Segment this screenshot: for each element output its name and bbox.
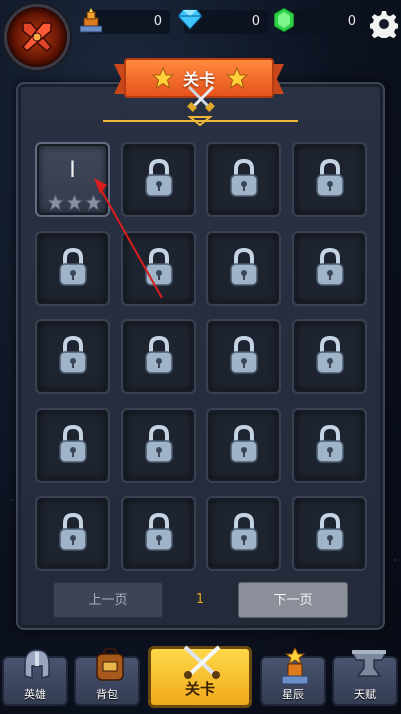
level-cell-19[interactable] xyxy=(206,496,281,571)
level-stars xyxy=(47,194,102,211)
page-number: 1 xyxy=(195,592,205,607)
padlock-icon xyxy=(228,335,260,379)
level-cell-9[interactable] xyxy=(35,319,110,394)
diamond-resource-value: 0 xyxy=(251,14,260,29)
diamond-icon xyxy=(177,8,203,34)
nav-stars-label: 星辰 xyxy=(282,688,304,701)
level-cell-12[interactable] xyxy=(292,319,367,394)
nav-level[interactable]: 关卡 xyxy=(148,645,252,708)
emerald-icon xyxy=(273,7,295,36)
nav-talent-label: 天赋 xyxy=(354,688,376,701)
emerald-resource: 0 xyxy=(273,7,364,34)
nav-hero-label: 英雄 xyxy=(24,688,46,701)
padlock-icon xyxy=(57,424,89,468)
level-cell-8[interactable] xyxy=(292,231,367,306)
level-cell-3[interactable] xyxy=(206,142,281,217)
padlock-icon xyxy=(228,424,260,468)
anvil-icon xyxy=(352,650,386,677)
level-cell-6[interactable] xyxy=(121,231,196,306)
nav-bag[interactable]: 背包 xyxy=(74,648,140,706)
empty-star-icon xyxy=(66,194,83,211)
nav-hero[interactable]: 英雄 xyxy=(2,649,68,706)
next-page-button[interactable]: 下一页 xyxy=(238,582,348,618)
level-cell-10[interactable] xyxy=(121,319,196,394)
level-number: I xyxy=(69,158,76,183)
padlock-icon xyxy=(228,158,260,202)
padlock-icon xyxy=(314,158,346,202)
nav-stars[interactable]: 星辰 xyxy=(260,648,326,706)
level-cell-7[interactable] xyxy=(206,231,281,306)
level-cell-4[interactable] xyxy=(292,142,367,217)
level-cell-16[interactable] xyxy=(292,408,367,483)
backpack-icon xyxy=(96,648,124,681)
padlock-icon xyxy=(314,247,346,291)
padlock-icon xyxy=(143,335,175,379)
tower-icon xyxy=(79,8,103,38)
padlock-icon xyxy=(57,335,89,379)
tower-resource-value: 0 xyxy=(153,14,162,29)
padlock-icon xyxy=(143,158,175,202)
gold-divider xyxy=(103,116,298,126)
crossed-swords-icon xyxy=(187,85,215,112)
padlock-icon xyxy=(143,424,175,468)
level-cell-13[interactable] xyxy=(35,408,110,483)
settings-gear-icon[interactable] xyxy=(369,10,399,42)
padlock-icon xyxy=(57,512,89,556)
padlock-icon xyxy=(314,335,346,379)
level-cell-20[interactable] xyxy=(292,496,367,571)
prev-page-button[interactable]: 上一页 xyxy=(53,582,163,618)
padlock-icon xyxy=(143,247,175,291)
padlock-icon xyxy=(228,247,260,291)
helmet-icon xyxy=(24,649,50,679)
padlock-icon xyxy=(314,512,346,556)
level-cell-2[interactable] xyxy=(121,142,196,217)
tower-resource: 0 xyxy=(79,8,170,34)
padlock-icon xyxy=(57,247,89,291)
bottom-nav: 英雄 背包 关卡 星辰 天赋 xyxy=(0,640,401,714)
nav-level-label: 关卡 xyxy=(184,680,215,698)
level-cell-1[interactable]: I xyxy=(35,142,110,217)
nav-bag-label: 背包 xyxy=(96,688,118,701)
level-cell-5[interactable] xyxy=(35,231,110,306)
padlock-icon xyxy=(314,424,346,468)
crossed-axes-icon xyxy=(21,22,53,53)
crossed-swords-icon xyxy=(183,645,221,679)
empty-star-icon xyxy=(47,194,64,211)
level-cell-14[interactable] xyxy=(121,408,196,483)
level-cell-11[interactable] xyxy=(206,319,281,394)
empty-star-icon xyxy=(85,194,102,211)
player-avatar[interactable] xyxy=(4,4,70,70)
padlock-icon xyxy=(228,512,260,556)
star-tower-icon xyxy=(281,648,309,685)
emerald-resource-value: 0 xyxy=(347,14,356,29)
level-cell-18[interactable] xyxy=(121,496,196,571)
level-cell-17[interactable] xyxy=(35,496,110,571)
level-cell-15[interactable] xyxy=(206,408,281,483)
nav-talent[interactable]: 天赋 xyxy=(332,650,398,706)
level-grid: I xyxy=(35,142,369,571)
padlock-icon xyxy=(143,512,175,556)
diamond-resource: 0 xyxy=(177,9,268,34)
